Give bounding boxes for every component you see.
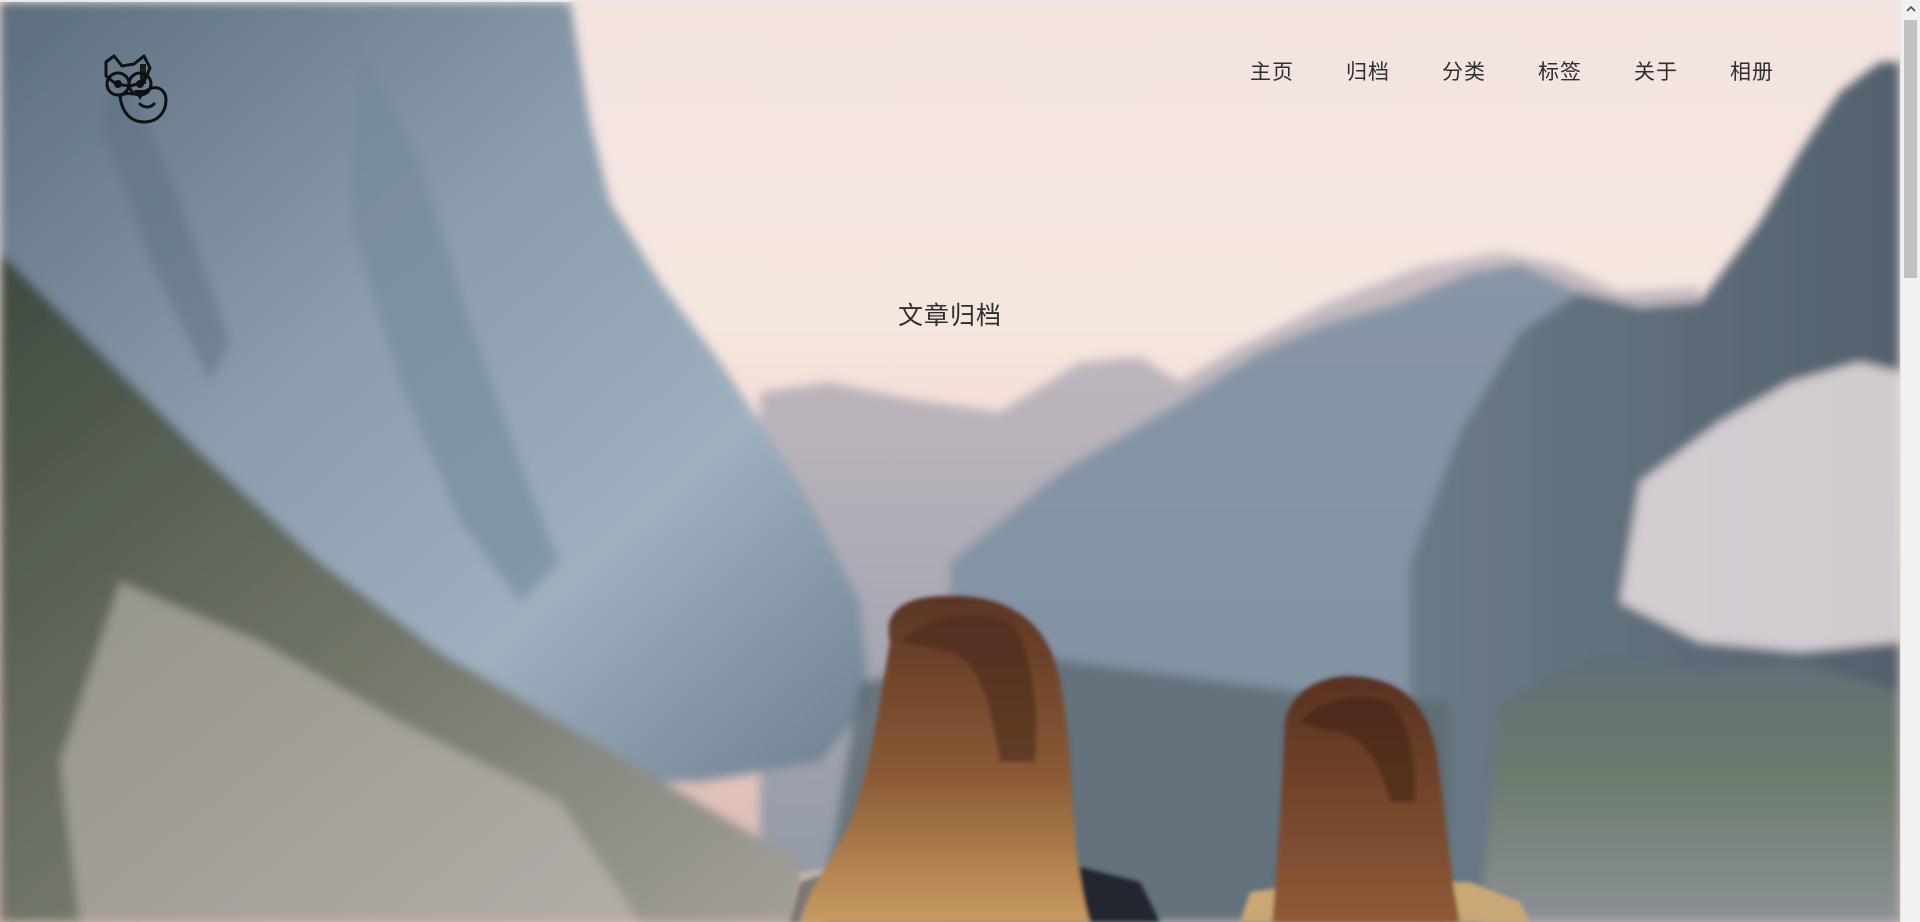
dog-face-icon bbox=[104, 54, 168, 124]
site-logo[interactable] bbox=[100, 54, 176, 128]
nav-item-album[interactable]: 相册 bbox=[1704, 57, 1800, 87]
scrollbar-thumb[interactable] bbox=[1904, 20, 1917, 278]
page: 主页 归档 分类 标签 关于 相册 文章归档 bbox=[0, 0, 1920, 922]
scroll-up-button[interactable] bbox=[1901, 0, 1920, 17]
chevron-up-icon bbox=[1905, 5, 1916, 12]
nav-item-tags[interactable]: 标签 bbox=[1512, 57, 1608, 87]
main-nav: 主页 归档 分类 标签 关于 相册 bbox=[1224, 57, 1800, 87]
viewport: 主页 归档 分类 标签 关于 相册 文章归档 bbox=[0, 0, 1900, 922]
nav-item-categories[interactable]: 分类 bbox=[1416, 57, 1512, 87]
vertical-scrollbar[interactable] bbox=[1900, 0, 1920, 922]
top-navigation-bar: 主页 归档 分类 标签 关于 相册 bbox=[0, 2, 1900, 142]
page-title: 文章归档 bbox=[898, 301, 1003, 330]
nav-item-archive[interactable]: 归档 bbox=[1320, 57, 1416, 87]
nav-item-home[interactable]: 主页 bbox=[1224, 57, 1320, 87]
nav-item-about[interactable]: 关于 bbox=[1608, 57, 1704, 87]
hero-banner: 主页 归档 分类 标签 关于 相册 文章归档 bbox=[0, 2, 1900, 922]
